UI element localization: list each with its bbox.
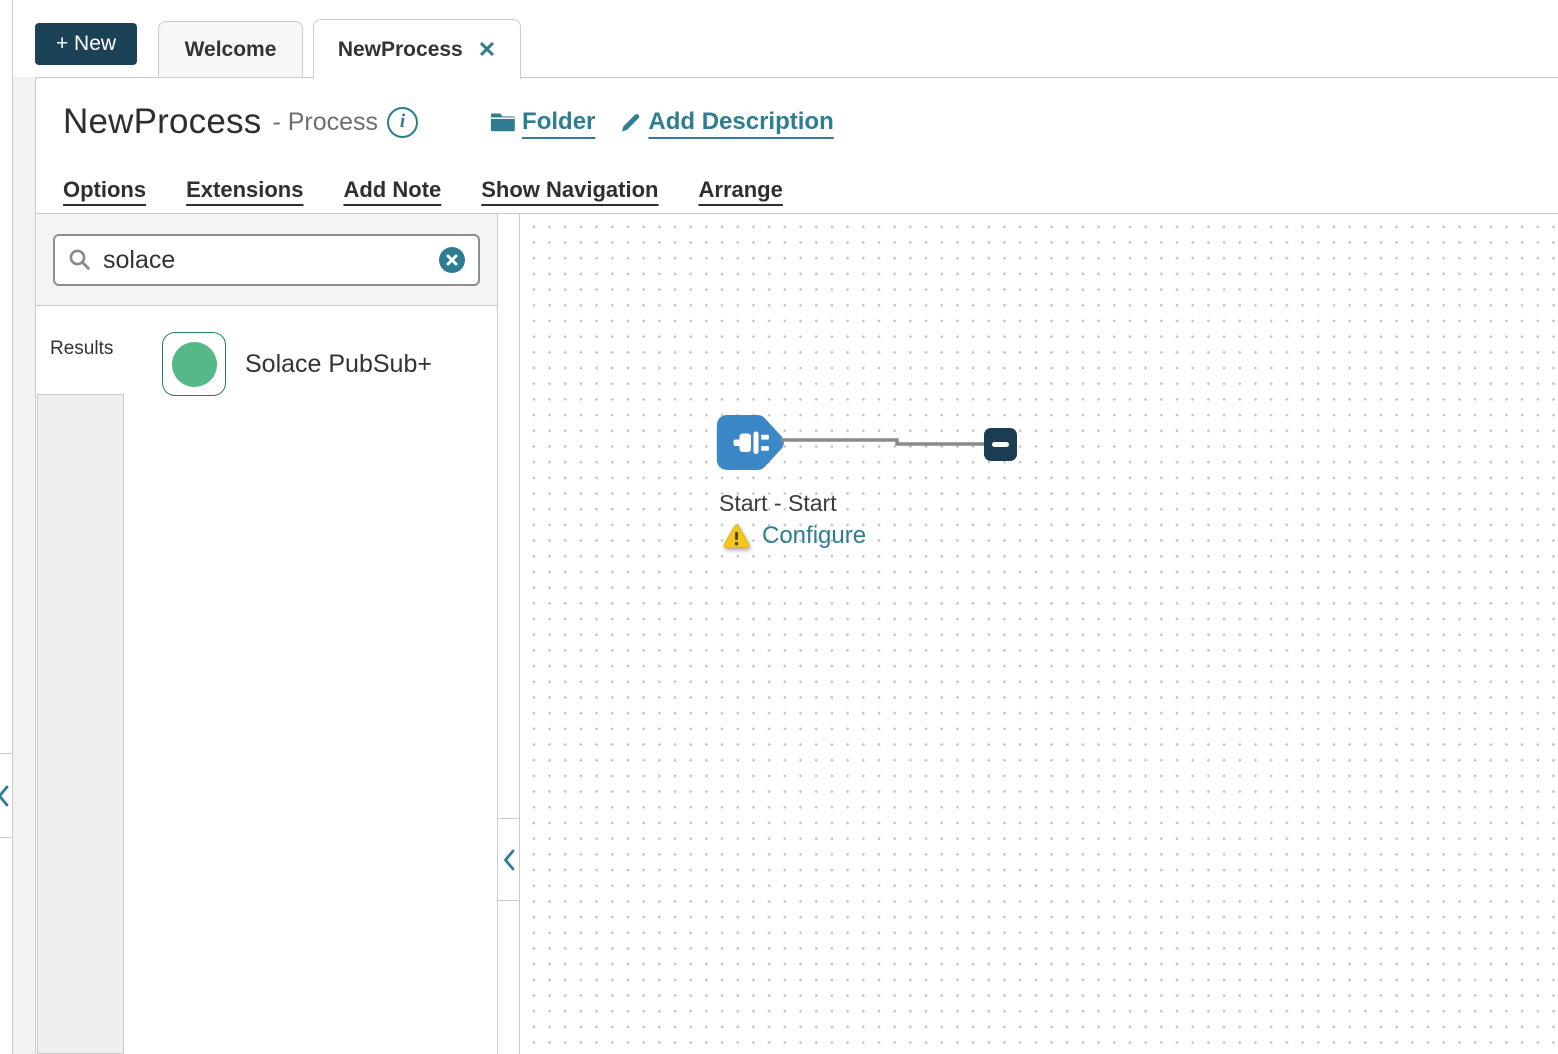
search-box bbox=[53, 234, 480, 286]
results-tab[interactable]: Results bbox=[50, 338, 113, 360]
process-canvas[interactable]: Start - Start Configure bbox=[520, 214, 1558, 1054]
tab-welcome[interactable]: Welcome bbox=[158, 21, 303, 77]
sidebar-divider bbox=[497, 214, 520, 1054]
stop-endpoint-shape[interactable] bbox=[984, 428, 1017, 461]
connector-line bbox=[778, 434, 992, 450]
menu-item-arrange[interactable]: Arrange bbox=[699, 177, 783, 203]
tab-welcome-label: Welcome bbox=[185, 38, 277, 62]
chevron-left-icon bbox=[0, 783, 10, 809]
results-tab-rail bbox=[37, 394, 124, 1054]
result-item-solace-pubsub[interactable]: Solace PubSub+ bbox=[162, 332, 432, 396]
search-icon bbox=[68, 248, 92, 272]
process-menu: Options Extensions Add Note Show Navigat… bbox=[63, 177, 783, 203]
new-button[interactable]: + New bbox=[35, 23, 137, 65]
process-editor-panel: NewProcess - Process i Folder Add Descri… bbox=[35, 77, 1558, 1054]
folder-link[interactable]: Folder bbox=[490, 108, 595, 136]
page-gutter bbox=[13, 77, 35, 1054]
node-configure-row: Configure bbox=[722, 522, 866, 550]
header: NewProcess - Process i Folder Add Descri… bbox=[63, 102, 834, 142]
node-label: Start - Start bbox=[719, 490, 837, 517]
chevron-left-icon bbox=[502, 847, 516, 873]
tab-close-icon[interactable]: ✕ bbox=[478, 39, 496, 61]
tab-newprocess[interactable]: NewProcess ✕ bbox=[313, 19, 521, 79]
search-strip bbox=[36, 214, 497, 306]
connector-tile bbox=[162, 332, 226, 396]
solace-connector-icon bbox=[172, 342, 217, 387]
menu-item-add-note[interactable]: Add Note bbox=[343, 177, 441, 203]
minus-icon bbox=[992, 442, 1009, 447]
shape-search-sidebar: Results Solace PubSub+ bbox=[36, 214, 497, 1054]
menu-item-options[interactable]: Options bbox=[63, 177, 146, 203]
search-results-area: Results Solace PubSub+ bbox=[36, 306, 497, 1054]
result-label: Solace PubSub+ bbox=[245, 350, 432, 379]
configure-link[interactable]: Configure bbox=[762, 522, 866, 550]
info-icon[interactable]: i bbox=[387, 107, 418, 138]
add-description-link[interactable]: Add Description bbox=[619, 108, 833, 136]
search-input[interactable] bbox=[103, 246, 428, 275]
start-shape[interactable] bbox=[715, 414, 786, 471]
folder-link-label[interactable]: Folder bbox=[522, 108, 595, 136]
clear-search-button[interactable] bbox=[439, 247, 465, 273]
sidebar-collapse-button[interactable] bbox=[498, 818, 519, 901]
workspace: Results Solace PubSub+ bbox=[36, 213, 1558, 1054]
menu-item-extensions[interactable]: Extensions bbox=[186, 177, 303, 203]
pencil-icon bbox=[619, 111, 642, 134]
page-title: NewProcess bbox=[63, 102, 261, 142]
folder-icon bbox=[490, 111, 516, 133]
add-description-link-label[interactable]: Add Description bbox=[648, 108, 833, 136]
clear-x-icon bbox=[446, 254, 458, 266]
left-panel-collapse-button[interactable] bbox=[0, 753, 12, 838]
warning-icon bbox=[722, 523, 751, 550]
tab-newprocess-label: NewProcess bbox=[338, 38, 463, 62]
process-type-label: - Process bbox=[272, 108, 378, 137]
main-area: NewProcess - Process i Folder Add Descri… bbox=[35, 0, 1558, 1054]
menu-item-show-navigation[interactable]: Show Navigation bbox=[481, 177, 658, 203]
left-panel-strip bbox=[0, 0, 13, 1054]
